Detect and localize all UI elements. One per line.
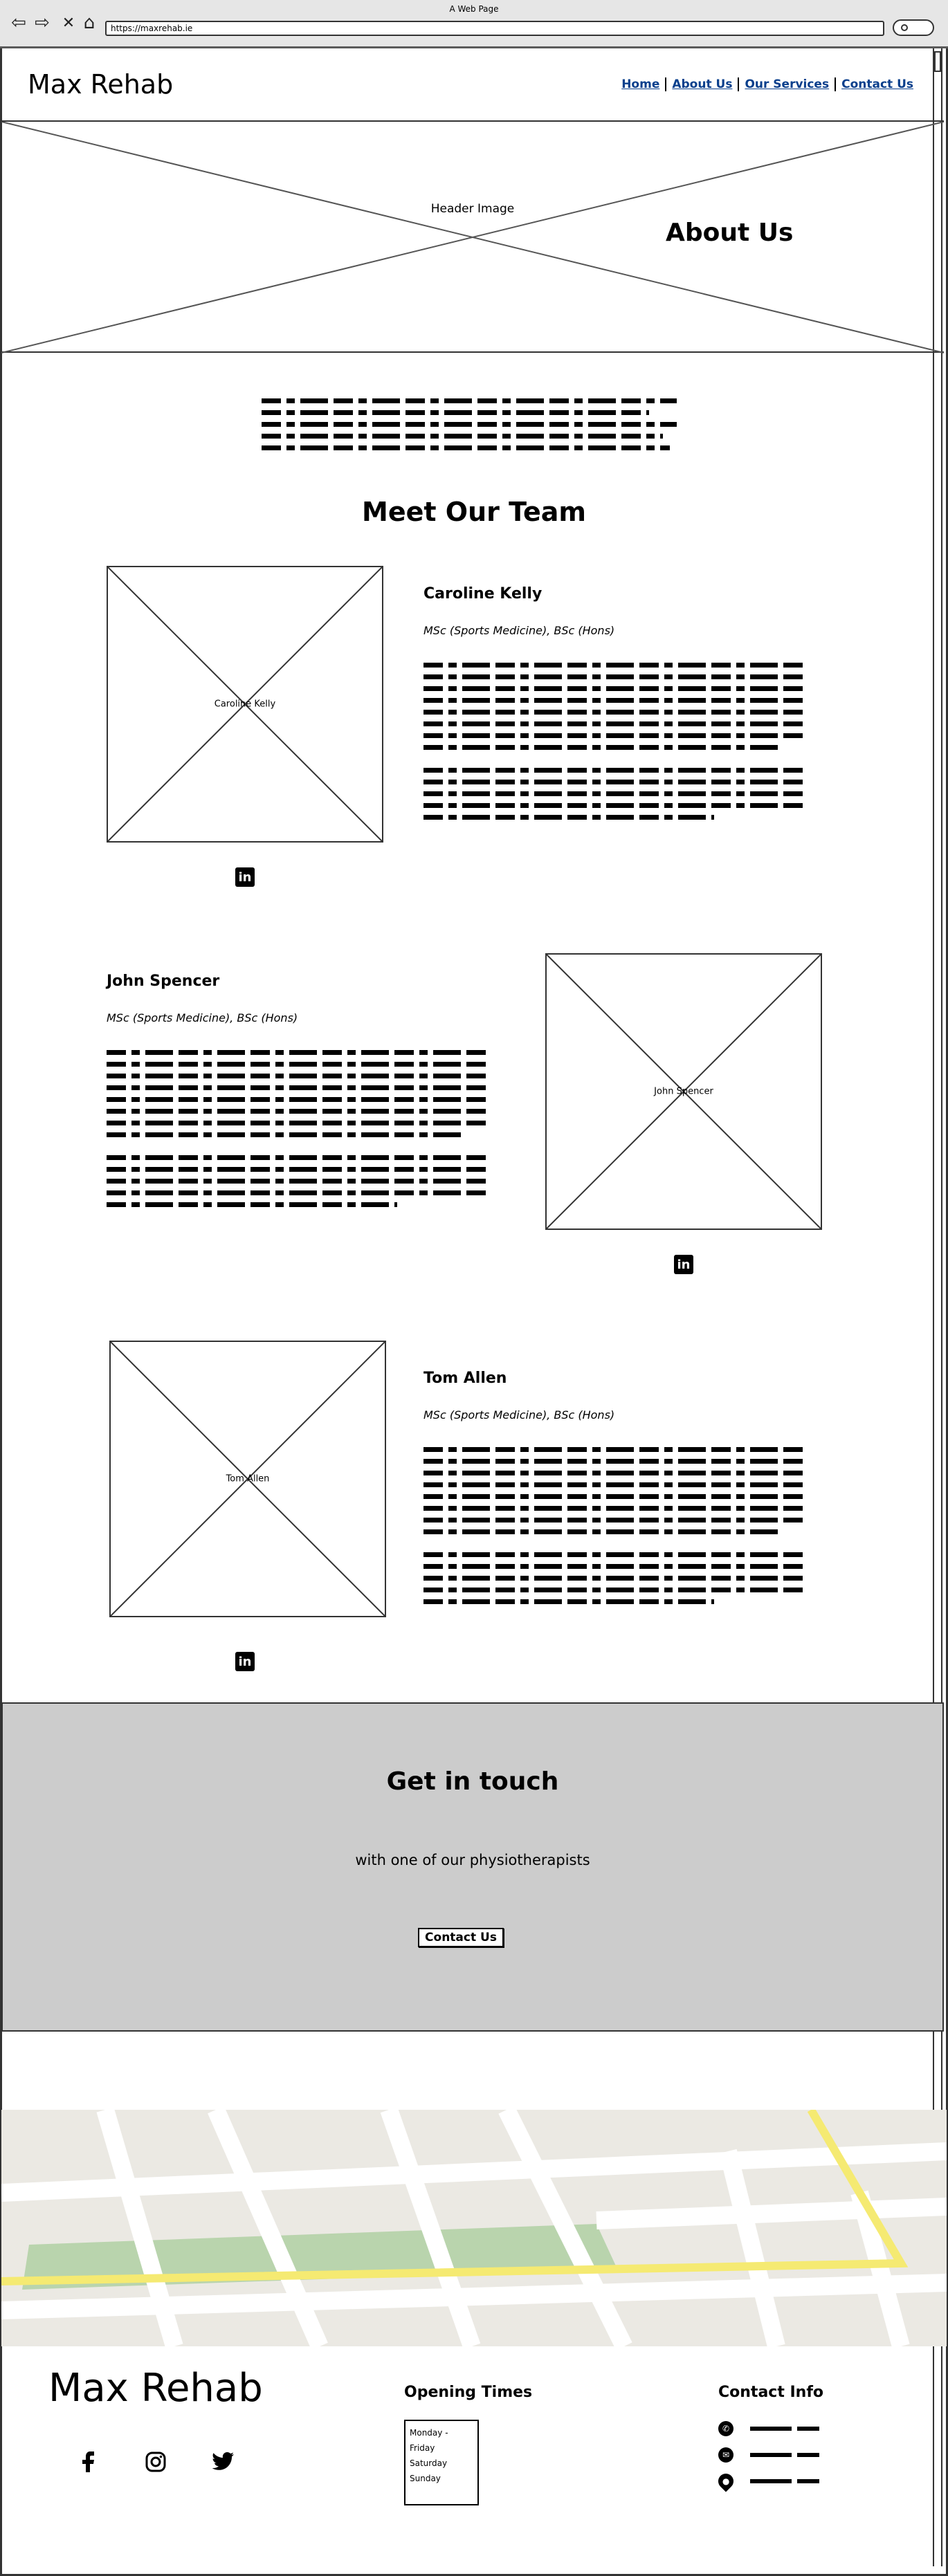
nav-contact-us[interactable]: Contact Us	[836, 77, 919, 91]
cta-subtitle: with one of our physiotherapists	[355, 1852, 590, 1868]
scrollbar-thumb[interactable]	[934, 51, 941, 72]
contact-address[interactable]: ●	[715, 2470, 819, 2492]
linkedin-icon[interactable]: in	[674, 1255, 693, 1274]
contact-info-title: Contact Info	[718, 2384, 824, 2401]
browser-search-toggle[interactable]	[893, 19, 934, 36]
back-arrow-icon[interactable]: ⇦	[10, 12, 28, 33]
contact-us-button[interactable]: Contact Us	[418, 1928, 504, 1947]
main-nav: Home About Us Our Services Contact Us	[616, 77, 919, 91]
footer-logo[interactable]: Max Rehab	[48, 2366, 263, 2411]
phone-icon: ✆	[718, 2421, 733, 2436]
team-member-name: Tom Allen	[423, 1370, 507, 1387]
team-member-photo: Tom Allen	[109, 1341, 386, 1617]
site-logo[interactable]: Max Rehab	[28, 69, 173, 100]
contact-cta-section: Get in touch with one of our physiothera…	[1, 1702, 944, 2032]
team-member-qualifications: MSc (Sports Medicine), BSc (Hons)	[107, 1011, 298, 1024]
team-member-name: John Spencer	[107, 973, 220, 990]
browser-toolbar: A Web Page ⇦ ⇨ ✕ ⌂ https://maxrehab.ie	[0, 0, 948, 48]
team-member-bio	[423, 1447, 807, 1611]
photo-label: Tom Allen	[226, 1473, 270, 1484]
home-icon[interactable]: ⌂	[80, 12, 98, 33]
photo-label: John Spencer	[654, 1086, 713, 1097]
header-image-label: Header Image	[430, 202, 515, 216]
forward-arrow-icon[interactable]: ⇨	[33, 12, 51, 33]
location-map[interactable]	[1, 2110, 947, 2346]
contact-email[interactable]: ✉	[718, 2447, 819, 2463]
opening-day: Saturday	[410, 2458, 448, 2468]
opening-day: Monday - Friday	[410, 2428, 448, 2453]
linkedin-icon[interactable]: in	[235, 1652, 255, 1671]
team-member-qualifications: MSc (Sports Medicine), BSc (Hons)	[423, 624, 615, 637]
instagram-icon[interactable]	[144, 2450, 167, 2474]
close-icon[interactable]: ✕	[60, 14, 78, 32]
nav-home[interactable]: Home	[616, 77, 667, 91]
team-member-bio	[107, 1050, 490, 1214]
photo-label: Caroline Kelly	[214, 699, 276, 710]
email-icon: ✉	[718, 2447, 733, 2463]
address-bar[interactable]: https://maxrehab.ie	[105, 21, 884, 36]
opening-times-title: Opening Times	[404, 2384, 533, 2401]
page-title: About Us	[666, 219, 794, 247]
nav-our-services[interactable]: Our Services	[739, 77, 837, 91]
opening-day: Sunday	[410, 2474, 441, 2483]
location-pin-icon: ●	[715, 2470, 737, 2492]
linkedin-icon[interactable]: in	[235, 867, 255, 887]
team-member-qualifications: MSc (Sports Medicine), BSc (Hons)	[423, 1408, 615, 1422]
header-image: Header Image	[1, 120, 944, 353]
image-placeholder-cross	[1, 122, 944, 353]
window-title: A Web Page	[449, 4, 499, 14]
contact-phone[interactable]: ✆	[718, 2421, 819, 2436]
team-member-name: Caroline Kelly	[423, 585, 543, 602]
map-tiles	[1, 2110, 947, 2346]
team-member-bio	[423, 663, 807, 827]
team-member-photo: Caroline Kelly	[107, 566, 383, 843]
facebook-icon[interactable]	[76, 2450, 100, 2474]
team-heading: Meet Our Team	[362, 497, 586, 527]
intro-paragraph	[262, 398, 677, 457]
search-icon	[901, 24, 908, 31]
cta-title: Get in touch	[386, 1767, 559, 1796]
opening-times-list: Monday - Friday Saturday Sunday	[404, 2420, 479, 2505]
team-member-photo: John Spencer	[545, 953, 822, 1230]
twitter-icon[interactable]	[212, 2450, 235, 2474]
nav-about-us[interactable]: About Us	[666, 77, 740, 91]
